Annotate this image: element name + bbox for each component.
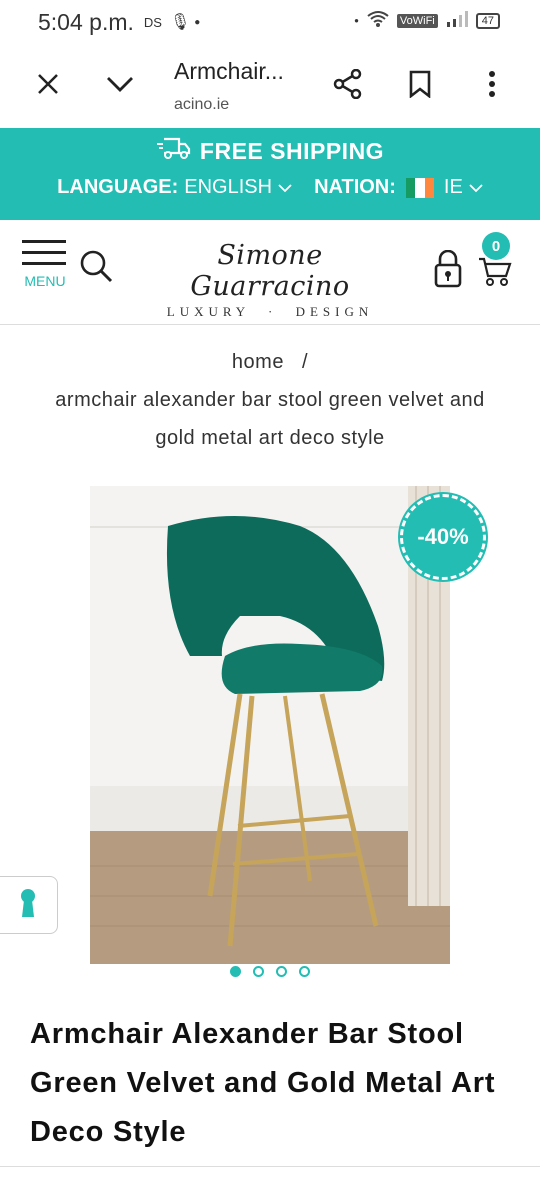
account-lock-icon[interactable]: [434, 249, 462, 293]
battery-indicator: 47: [475, 12, 500, 29]
pagination-dot[interactable]: [276, 966, 287, 977]
keyhole-icon[interactable]: [19, 887, 37, 924]
language-label: LANGUAGE:: [57, 176, 179, 198]
vowifi-badge: VoWiFi: [396, 13, 438, 28]
breadcrumb-current-line1: armchair alexander bar stool green velve…: [55, 389, 485, 411]
tab-title[interactable]: Armchair...: [174, 58, 284, 85]
language-select[interactable]: ENGLISH: [184, 176, 272, 199]
url-text[interactable]: acino.ie: [174, 96, 229, 114]
pagination-dot[interactable]: [230, 966, 241, 977]
ireland-flag-icon: [405, 177, 434, 198]
menu-button[interactable]: MENU: [22, 240, 68, 289]
status-time: 5:04 p.m.: [38, 8, 134, 35]
logo-subtitle: LUXURY · DESIGN: [166, 304, 374, 319]
search-icon[interactable]: [78, 248, 114, 289]
close-icon[interactable]: [28, 64, 68, 104]
site-logo[interactable]: Simone Guarracino LUXURY · DESIGN: [140, 240, 400, 319]
status-right-group: ● VoWiFi 47: [354, 10, 500, 31]
bookmark-icon[interactable]: [400, 64, 440, 104]
discount-badge: -40%: [400, 494, 486, 580]
product-image[interactable]: [90, 486, 450, 964]
nation-select[interactable]: IE: [444, 176, 463, 199]
breadcrumb-current-line2: gold metal art deco style: [155, 427, 385, 449]
accessibility-tab[interactable]: [0, 876, 58, 934]
logo-script-text: Simone Guarracino: [190, 240, 350, 302]
share-icon[interactable]: [328, 64, 368, 104]
pagination-dot[interactable]: [253, 966, 264, 977]
divider: [0, 1166, 540, 1167]
pagination-dot[interactable]: [299, 966, 310, 977]
nation-label: NATION:: [314, 176, 396, 198]
promo-bar: FREE SHIPPING LANGUAGE: ENGLISH NATION: …: [0, 128, 540, 220]
breadcrumb-home[interactable]: home: [232, 351, 284, 373]
free-shipping-banner: FREE SHIPPING: [0, 128, 540, 166]
status-bar: 5:04 p.m. DS 🎙 ● ● VoWiFi 47: [0, 0, 540, 44]
signal-icon: [446, 11, 468, 30]
free-shipping-text: FREE SHIPPING: [199, 137, 385, 164]
logo-sub-right: DESIGN: [295, 304, 374, 319]
breadcrumb: home / armchair alexander bar stool gree…: [0, 325, 540, 457]
product-title: Armchair Alexander Bar Stool Green Velve…: [30, 1018, 496, 1148]
chevron-down-icon[interactable]: [469, 176, 483, 199]
cart-icon[interactable]: [478, 256, 512, 293]
status-carrier-tag: DS: [143, 14, 162, 30]
breadcrumb-separator: /: [302, 351, 309, 373]
more-options-icon[interactable]: [472, 64, 512, 104]
browser-toolbar: Armchair... acino.ie: [0, 44, 540, 128]
mic-icon: 🎙: [169, 14, 191, 31]
hamburger-icon[interactable]: [22, 240, 68, 265]
dot-icon: ●: [194, 16, 201, 28]
logo-sub-left: LUXURY: [166, 304, 250, 319]
truck-icon: [156, 136, 192, 166]
locale-selector: LANGUAGE: ENGLISH NATION: IE: [0, 176, 540, 199]
image-pagination: [0, 966, 540, 977]
chevron-down-icon[interactable]: [100, 64, 140, 104]
site-header: MENU Simone Guarracino LUXURY · DESIGN 0: [0, 220, 540, 325]
dot-icon: ●: [354, 16, 359, 25]
wifi-icon: [367, 10, 389, 31]
menu-label[interactable]: MENU: [22, 273, 68, 289]
chevron-down-icon[interactable]: [278, 176, 292, 199]
